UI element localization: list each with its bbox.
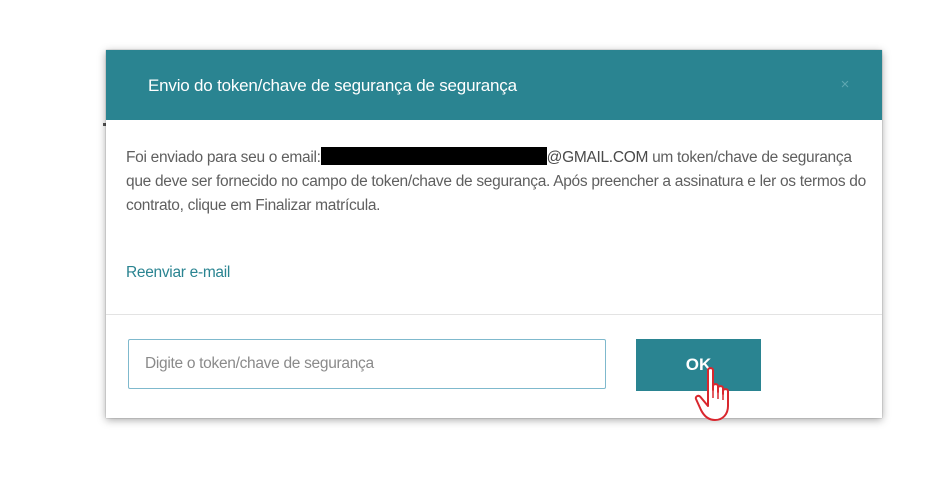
dialog-title: Envio do token/chave de segurança de seg…: [148, 76, 517, 95]
footer-divider: [106, 314, 882, 315]
close-icon[interactable]: ×: [838, 77, 852, 92]
dialog-message: Foi enviado para seu o email: @GMAIL.COM …: [126, 146, 866, 218]
email-domain: @GMAIL.COM: [546, 149, 649, 166]
dialog-header: Envio do token/chave de segurança de seg…: [106, 50, 882, 120]
token-dialog: Envio do token/chave de segurança de seg…: [106, 50, 882, 418]
message-prefix: Foi enviado para seu o email:: [126, 149, 321, 166]
token-input[interactable]: [128, 339, 606, 389]
hand-pointer-icon: [694, 367, 729, 421]
redacted-email-block: [320, 147, 547, 165]
resend-email-link[interactable]: Reenviar e-mail: [126, 263, 230, 283]
